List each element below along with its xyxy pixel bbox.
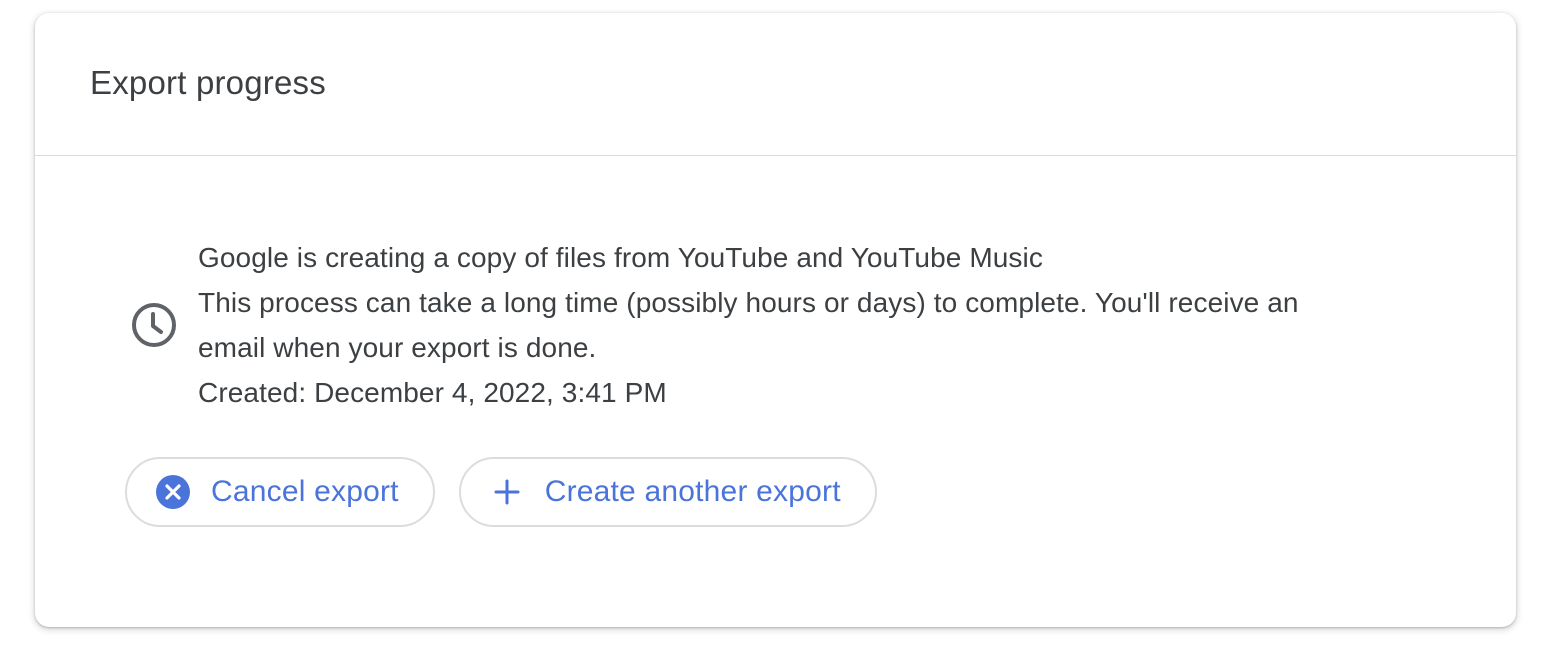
create-another-export-button[interactable]: Create another export	[458, 457, 877, 527]
cancel-export-button[interactable]: Cancel export	[125, 457, 435, 527]
status-created: Created: December 4, 2022, 3:41 PM	[198, 377, 667, 408]
card-header: Export progress	[35, 13, 1516, 156]
action-buttons: Cancel export Create another export	[125, 457, 877, 527]
status-description-line-2: email when your export is done.	[198, 332, 597, 363]
status-description-line-1: This process can take a long time (possi…	[198, 287, 1299, 318]
plus-icon	[494, 479, 520, 505]
cancel-circle-icon	[156, 475, 190, 509]
export-progress-card: Export progress Google is creating a cop…	[35, 13, 1516, 627]
clock-icon	[132, 303, 176, 347]
status-text: Google is creating a copy of files from …	[198, 235, 1299, 415]
create-another-export-label: Create another export	[544, 475, 841, 508]
status-headline: Google is creating a copy of files from …	[198, 242, 1043, 273]
card-title: Export progress	[90, 64, 326, 101]
cancel-export-label: Cancel export	[211, 475, 399, 508]
